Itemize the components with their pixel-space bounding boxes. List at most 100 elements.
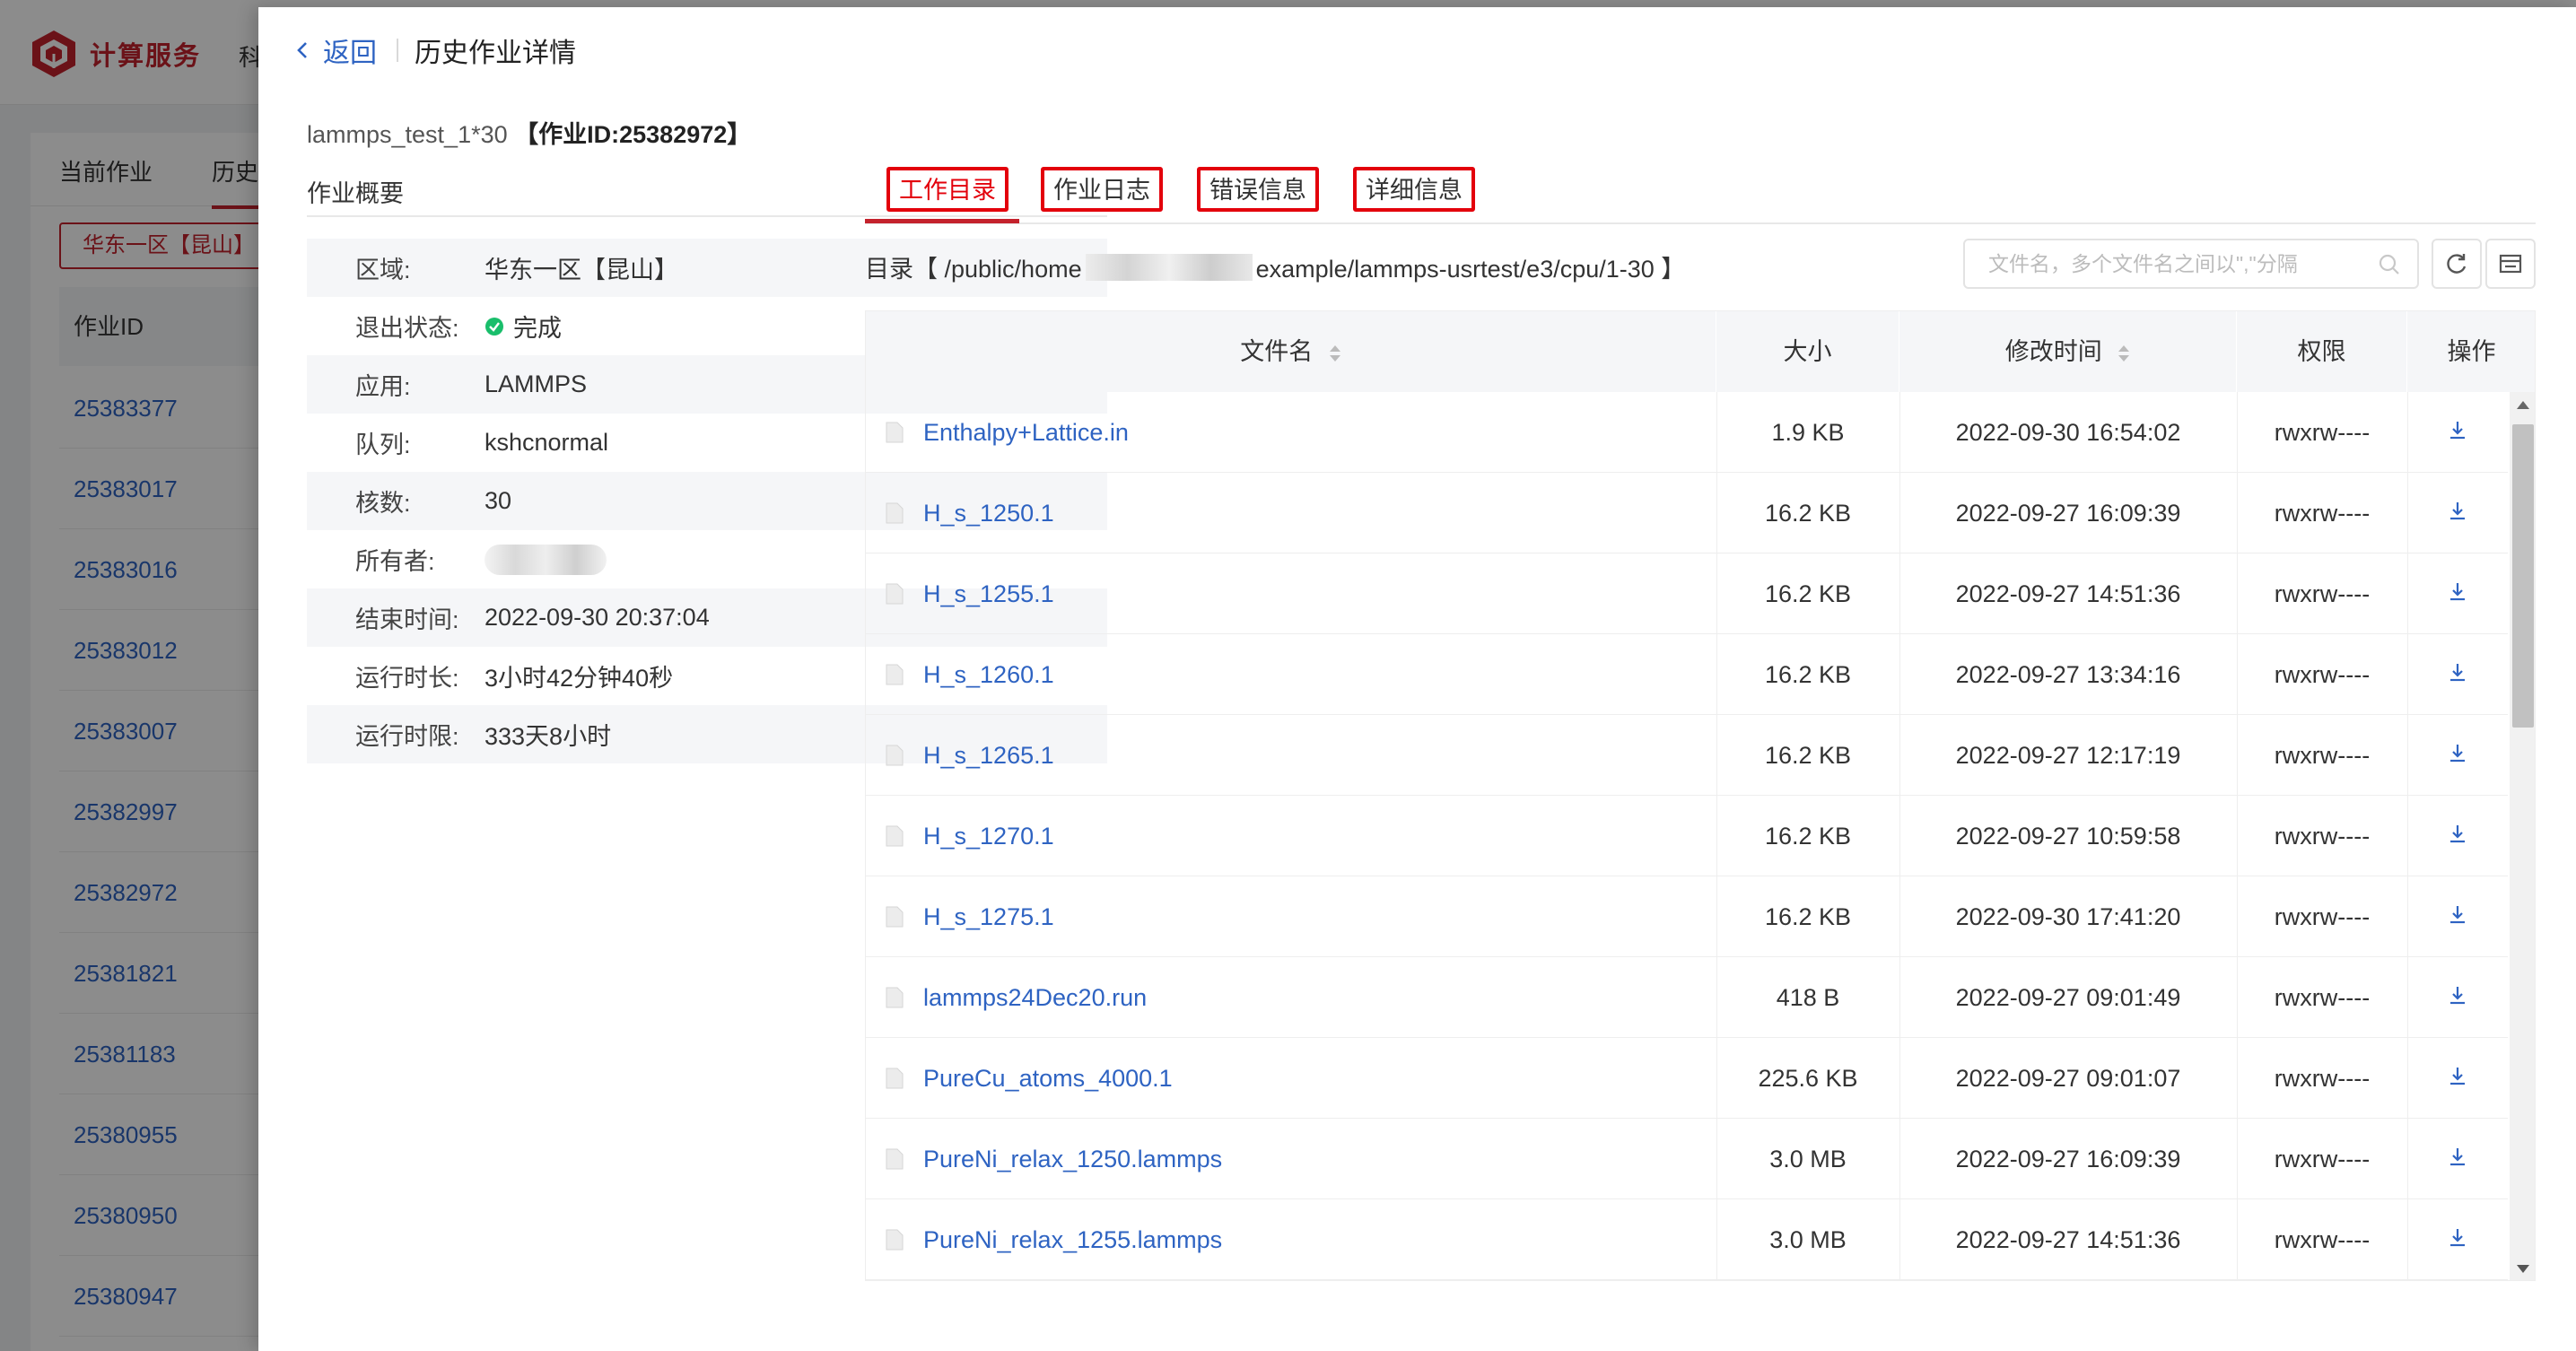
file-mtime-cell: 2022-09-27 16:09:39	[1955, 1146, 2181, 1172]
file-row: H_s_1270.1 16.2 KB 2022-09-27 10:59:58 rwxr…	[866, 796, 2508, 876]
file-mtime-cell: 2022-09-27 14:51:36	[1955, 580, 2181, 607]
file-name-link[interactable]: PureNi_relax_1255.lammps	[923, 1199, 1222, 1280]
file-icon	[886, 1068, 904, 1089]
file-permission-cell: rwxrw----	[2274, 580, 2371, 607]
download-icon[interactable]	[2447, 500, 2468, 523]
file-size-cell: 16.2 KB	[1764, 580, 1852, 607]
download-icon[interactable]	[2447, 419, 2468, 442]
file-permission-cell: rwxrw----	[2274, 1065, 2371, 1092]
file-mtime-cell: 2022-09-27 12:17:19	[1955, 742, 2181, 769]
download-icon[interactable]	[2447, 1146, 2468, 1169]
file-name-link[interactable]: lammps24Dec20.run	[923, 957, 1147, 1038]
file-name-cell: H_s_1250.1	[866, 473, 1716, 553]
drawer-title: 历史作业详情	[415, 39, 576, 68]
download-icon[interactable]	[2447, 742, 2468, 765]
file-name-cell: PureNi_relax_1250.lammps	[866, 1119, 1716, 1199]
column-header-permission: 权限	[2237, 311, 2407, 392]
download-icon[interactable]	[2447, 1226, 2468, 1250]
summary-key: 运行时长:	[355, 665, 459, 692]
summary-heading: 作业概要	[307, 180, 404, 207]
summary-key: 所有者:	[355, 548, 435, 575]
summary-value: kshcnormal	[485, 429, 608, 457]
file-icon	[886, 422, 904, 443]
summary-key: 退出状态:	[355, 315, 459, 342]
summary-value: 3小时42分钟40秒	[485, 658, 673, 693]
sort-icon[interactable]	[1329, 344, 1341, 363]
summary-value: 30	[485, 487, 511, 515]
file-action-cell	[2407, 796, 2508, 876]
file-name-link[interactable]: PureNi_relax_1250.lammps	[923, 1119, 1222, 1199]
file-size-cell: 418 B	[1776, 984, 1840, 1011]
back-button[interactable]: 返回	[293, 31, 377, 70]
summary-value-text: 30	[485, 487, 512, 514]
file-size-cell: 225.6 KB	[1758, 1065, 1858, 1092]
download-icon[interactable]	[2447, 984, 2468, 1007]
tab-work-directory[interactable]: 工作目录	[886, 167, 1009, 212]
column-header-mtime[interactable]: 修改时间	[1899, 311, 2237, 392]
file-icon	[886, 987, 904, 1008]
summary-value-text: 3小时42分钟40秒	[485, 665, 674, 692]
refresh-button[interactable]	[2432, 239, 2482, 289]
file-size-cell: 1.9 KB	[1771, 419, 1845, 446]
tab-job-log[interactable]: 作业日志	[1041, 167, 1163, 212]
file-search-input[interactable]	[1988, 251, 2374, 276]
file-row: H_s_1255.1 16.2 KB 2022-09-27 14:51:36 rwxr…	[866, 553, 2508, 634]
file-row: PureCu_atoms_4000.1 225.6 KB 2022-09-27 09…	[866, 1038, 2508, 1119]
file-permission-cell: rwxrw----	[2274, 1226, 2371, 1253]
summary-value-text: 333天8小时	[485, 723, 612, 750]
file-name-link[interactable]: H_s_1250.1	[923, 473, 1054, 553]
file-name-link[interactable]: H_s_1275.1	[923, 876, 1054, 957]
file-size-cell: 16.2 KB	[1764, 500, 1852, 527]
file-name-link[interactable]: Enthalpy+Lattice.in	[923, 392, 1129, 473]
open-folder-button[interactable]	[2485, 239, 2536, 289]
file-table-header: 文件名 大小 修改时间 权限 操作	[866, 311, 2535, 392]
file-permission-cell: rwxrw----	[2274, 500, 2371, 527]
file-row: lammps24Dec20.run 418 B 2022-09-27 09:01:4…	[866, 957, 2508, 1038]
scroll-up-arrow-icon[interactable]	[2517, 401, 2529, 409]
summary-key: 应用:	[355, 373, 411, 400]
tab-error-info[interactable]: 错误信息	[1197, 167, 1319, 212]
file-icon	[886, 1229, 904, 1251]
scrollbar-thumb[interactable]	[2512, 424, 2534, 728]
file-table: 文件名 大小 修改时间 权限 操作 Enthalpy+Lattice.in 1.9…	[865, 310, 2536, 1281]
file-permission-cell: rwxrw----	[2274, 903, 2371, 930]
detail-tabs: 工作目录 作业日志 错误信息 详细信息	[865, 158, 2536, 224]
file-icon	[886, 664, 904, 685]
file-name-link[interactable]: H_s_1260.1	[923, 634, 1054, 715]
redacted-path-segment	[1085, 253, 1253, 281]
directory-path-suffix: example/lammps-usrtest/e3/cpu/1-30 】	[1255, 256, 1686, 283]
scroll-down-arrow-icon[interactable]	[2517, 1265, 2529, 1273]
vertical-scrollbar[interactable]	[2510, 392, 2535, 1280]
file-permission-cell: rwxrw----	[2274, 823, 2371, 850]
file-action-cell	[2407, 392, 2508, 473]
file-name-link[interactable]: H_s_1265.1	[923, 715, 1054, 796]
summary-key: 运行时限:	[355, 723, 459, 750]
download-icon[interactable]	[2447, 580, 2468, 604]
sort-icon[interactable]	[2118, 344, 2130, 363]
file-name-link[interactable]: H_s_1255.1	[923, 553, 1054, 634]
download-icon[interactable]	[2447, 823, 2468, 846]
file-action-cell	[2407, 553, 2508, 634]
search-icon[interactable]	[2378, 253, 2401, 276]
download-icon[interactable]	[2447, 661, 2468, 684]
file-row: H_s_1260.1 16.2 KB 2022-09-27 13:34:16 rwxr…	[866, 634, 2508, 715]
summary-value: 华东一区【昆山】	[485, 250, 678, 285]
file-action-cell	[2407, 957, 2508, 1038]
folder-icon	[2499, 254, 2522, 274]
tab-detail-info[interactable]: 详细信息	[1353, 167, 1475, 212]
file-permission-cell: rwxrw----	[2274, 419, 2371, 446]
column-header-filename[interactable]: 文件名	[866, 311, 1716, 392]
job-title: lammps_test_1*30 【作业ID:25382972】	[307, 115, 751, 150]
file-row: H_s_1275.1 16.2 KB 2022-09-30 17:41:20 rwxr…	[866, 876, 2508, 957]
file-action-cell	[2407, 1038, 2508, 1119]
file-action-cell	[2407, 1199, 2508, 1280]
download-icon[interactable]	[2447, 1065, 2468, 1088]
download-icon[interactable]	[2447, 903, 2468, 927]
column-label-mtime: 修改时间	[2004, 338, 2102, 365]
summary-value: 2022-09-30 20:37:04	[485, 604, 710, 632]
file-row: Enthalpy+Lattice.in 1.9 KB 2022-09-30 16:5…	[866, 392, 2508, 473]
file-name-link[interactable]: H_s_1270.1	[923, 796, 1054, 876]
file-icon	[886, 583, 904, 605]
file-name-link[interactable]: PureCu_atoms_4000.1	[923, 1038, 1173, 1119]
summary-value-text: 2022-09-30 20:37:04	[485, 604, 710, 631]
